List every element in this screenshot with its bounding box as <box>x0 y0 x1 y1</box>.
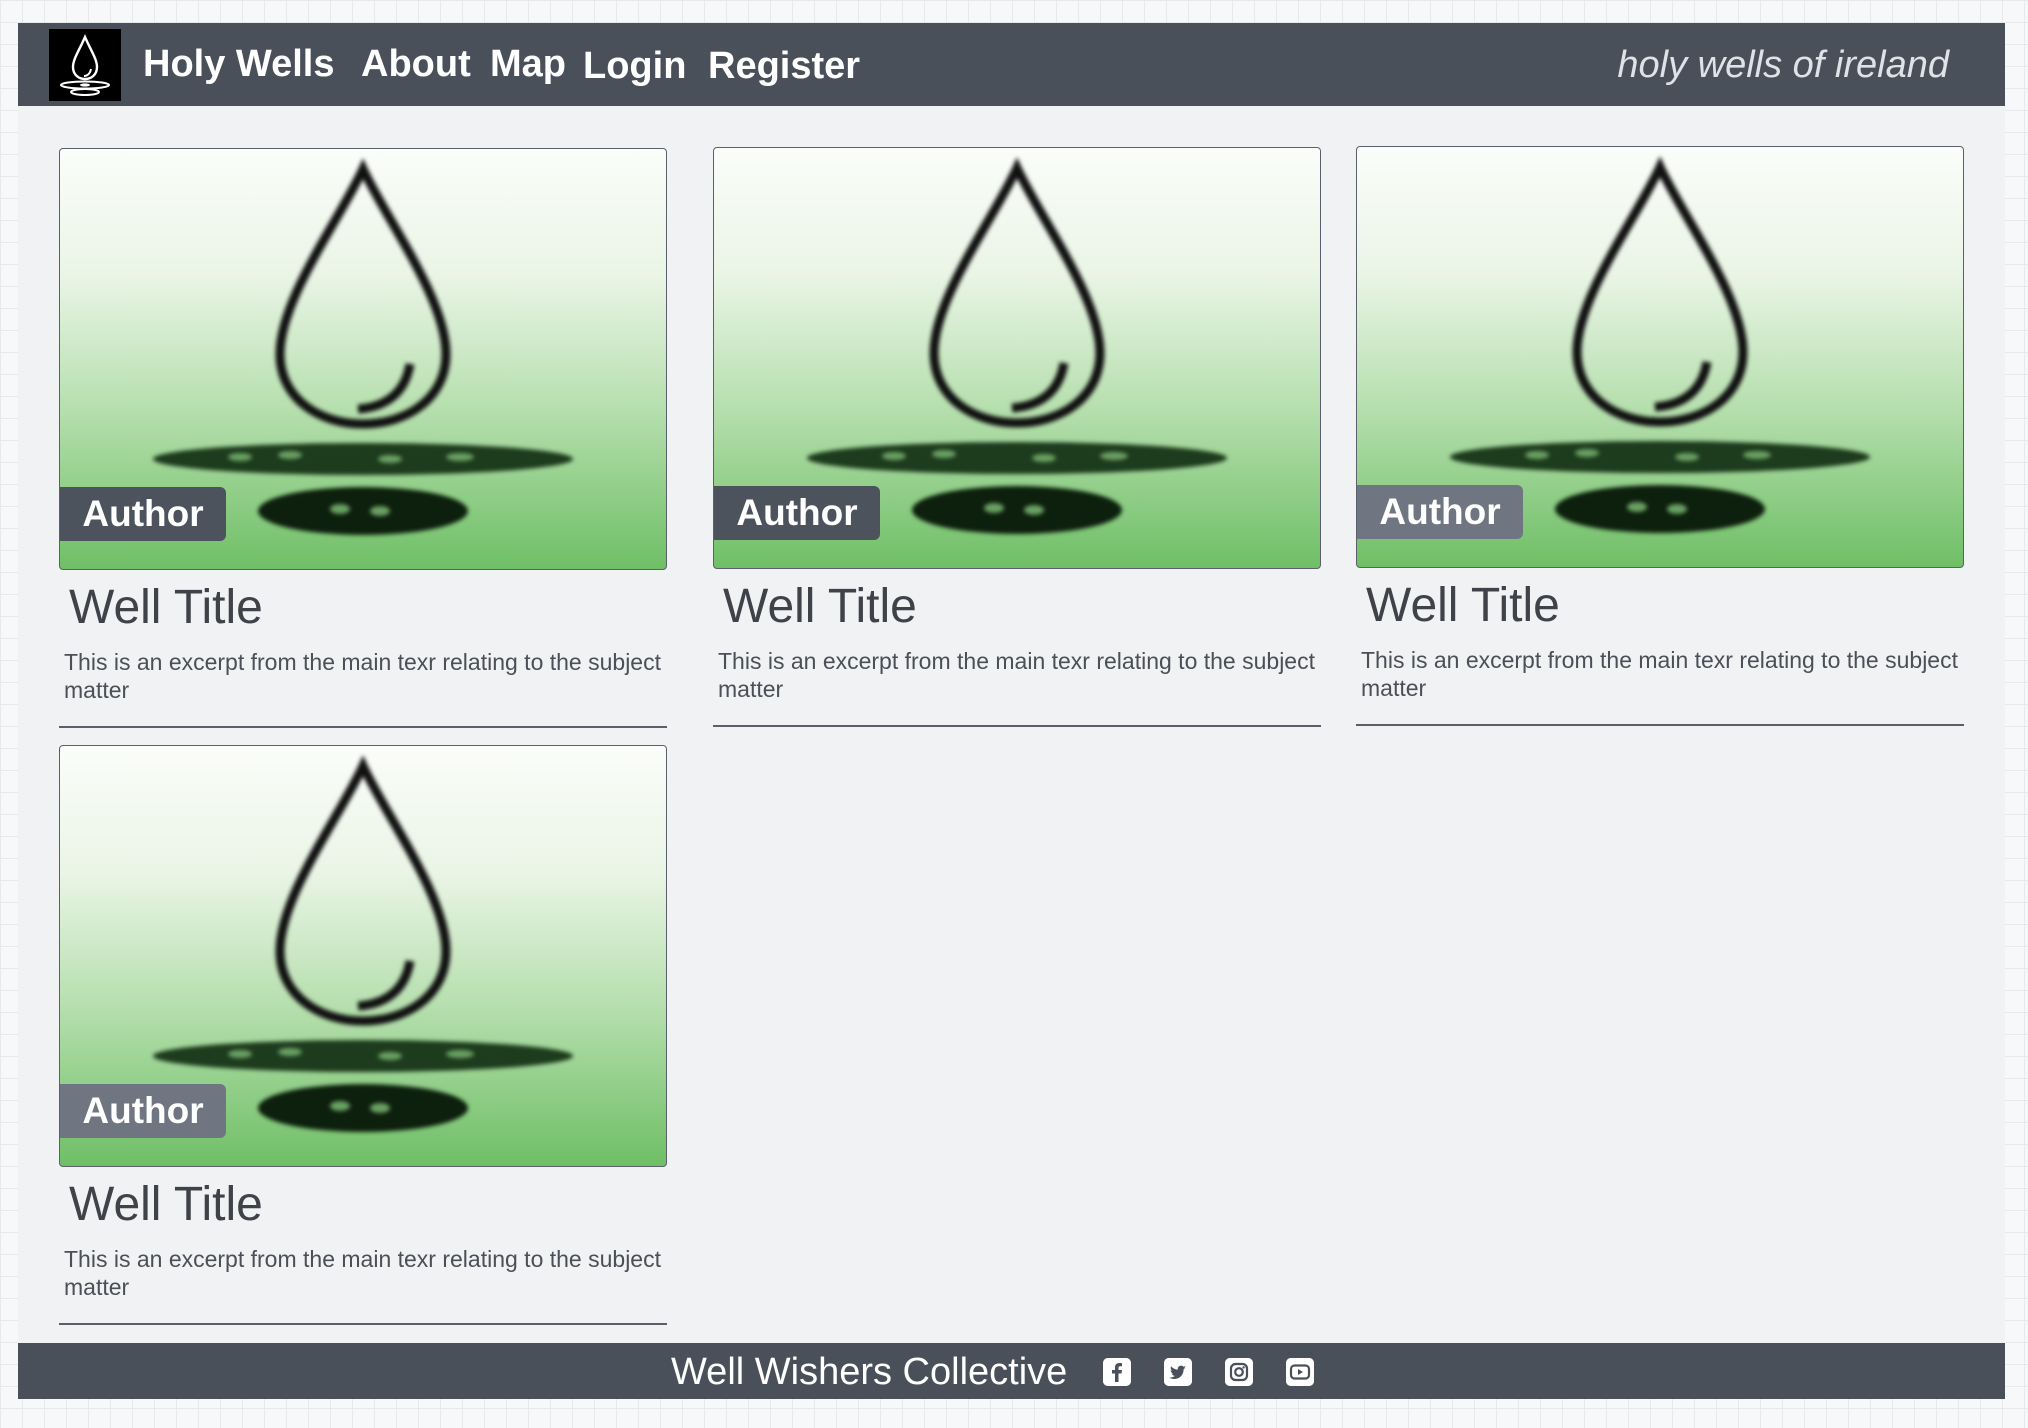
navbar: Holy Wells About Map Login Register holy… <box>18 23 2005 106</box>
footer: Well Wishers Collective <box>18 1343 2005 1399</box>
well-card[interactable]: Author Well Title This is an excerpt fro… <box>713 147 1321 727</box>
well-image[interactable]: Author <box>59 745 667 1167</box>
card-divider <box>59 1323 667 1325</box>
author-badge[interactable]: Author <box>60 487 226 541</box>
well-card[interactable]: Author Well Title This is an excerpt fro… <box>1356 146 1964 726</box>
nav-about-link[interactable]: About <box>361 41 471 87</box>
well-excerpt: This is an excerpt from the main texr re… <box>1361 647 1958 701</box>
well-image[interactable]: Author <box>1356 146 1964 568</box>
author-badge[interactable]: Author <box>1357 485 1523 539</box>
nav-map-link[interactable]: Map <box>490 41 566 87</box>
well-title[interactable]: Well Title <box>723 579 917 635</box>
well-excerpt: This is an excerpt from the main texr re… <box>718 648 1315 702</box>
card-divider <box>59 726 667 728</box>
author-badge[interactable]: Author <box>60 1084 226 1138</box>
instagram-icon[interactable] <box>1225 1358 1253 1386</box>
well-image[interactable]: Author <box>59 148 667 570</box>
youtube-icon[interactable] <box>1286 1358 1314 1386</box>
well-title[interactable]: Well Title <box>69 580 263 636</box>
holy-well-logo-icon[interactable] <box>49 29 121 101</box>
card-divider <box>1356 724 1964 726</box>
well-title[interactable]: Well Title <box>1366 578 1560 634</box>
well-title[interactable]: Well Title <box>69 1177 263 1233</box>
well-excerpt: This is an excerpt from the main texr re… <box>64 1246 661 1300</box>
footer-title: Well Wishers Collective <box>671 1351 1068 1393</box>
well-card[interactable]: Author Well Title This is an excerpt fro… <box>59 148 667 728</box>
well-card[interactable]: Author Well Title This is an excerpt fro… <box>59 745 667 1325</box>
nav-login-link[interactable]: Login <box>583 43 686 89</box>
site-tagline: holy wells of ireland <box>1617 44 1949 86</box>
nav-home-link[interactable]: Holy Wells <box>143 41 334 87</box>
facebook-icon[interactable] <box>1103 1358 1131 1386</box>
page-container: Holy Wells About Map Login Register holy… <box>18 23 2005 1399</box>
author-badge[interactable]: Author <box>714 486 880 540</box>
well-image[interactable]: Author <box>713 147 1321 569</box>
well-excerpt: This is an excerpt from the main texr re… <box>64 649 661 703</box>
twitter-icon[interactable] <box>1164 1358 1192 1386</box>
nav-register-link[interactable]: Register <box>708 43 860 89</box>
card-divider <box>713 725 1321 727</box>
